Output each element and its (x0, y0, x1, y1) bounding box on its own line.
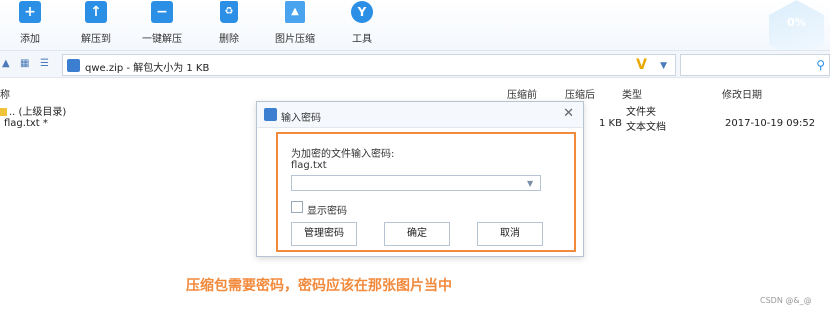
column-type[interactable]: 类型 (622, 86, 642, 101)
list-item[interactable]: flag.txt * (4, 118, 48, 129)
show-password-checkbox[interactable] (291, 201, 303, 213)
image-compress-label: 图片压缩 (275, 34, 315, 45)
address-row: ▲ ▦ ☰ qwe.zip - 解包大小为 1 KB V ▼ ⚲ (0, 50, 830, 78)
search-input[interactable]: ⚲ (680, 54, 830, 76)
dialog-title: 输入密码 (281, 113, 321, 124)
file-type: 文本文档 (626, 122, 666, 133)
encrypted-filename: flag.txt (291, 160, 327, 171)
zip-icon (67, 59, 80, 72)
cancel-button[interactable]: 取消 (477, 222, 543, 246)
ok-button[interactable]: 确定 (384, 222, 450, 246)
folder-icon (0, 108, 7, 116)
show-password-label: 显示密码 (307, 206, 347, 217)
column-compressed-after[interactable]: 压缩后 (565, 86, 595, 101)
file-date: 2017-10-19 09:52 (725, 118, 816, 129)
view-list-icon[interactable]: ☰ (40, 59, 50, 69)
extract-to-button[interactable]: ↑ 解压到 (66, 0, 126, 48)
up-arrow-icon[interactable]: ▲ (2, 59, 12, 69)
tools-icon: Y (351, 1, 373, 23)
address-path: qwe.zip - 解包大小为 1 KB (85, 63, 210, 74)
add-label: 添加 (20, 34, 40, 45)
watermark: CSDN @&_@ (760, 296, 812, 305)
chevron-down-icon[interactable]: ▼ (660, 61, 667, 71)
annotation-text: 压缩包需要密码，密码应该在那张图片当中 (186, 278, 452, 294)
column-name[interactable]: 称 (0, 86, 10, 101)
one-click-extract-label: 一键解压 (142, 34, 182, 45)
ad-panel-text: 0% (787, 16, 806, 29)
manage-password-button[interactable]: 管理密码 (291, 222, 357, 246)
toolbar: + 添加 ↑ 解压到 − 一键解压 ♻ 删除 ▲ 图片压缩 Y 工具 0% (0, 0, 830, 60)
tools-label: 工具 (352, 34, 372, 45)
chevron-down-icon[interactable]: ▼ (527, 179, 533, 188)
trash-icon: ♻ (220, 1, 238, 23)
delete-button[interactable]: ♻ 删除 (199, 0, 259, 48)
image-compress-button[interactable]: ▲ 图片压缩 (265, 0, 325, 48)
extract-to-icon: ↑ (85, 1, 107, 23)
password-dialog: 输入密码 ✕ 为加密的文件输入密码: flag.txt ▼ 显示密码 管理密码 … (256, 101, 584, 257)
dialog-titlebar: 输入密码 ✕ (257, 102, 583, 128)
file-name: .. (上级目录) (9, 107, 67, 118)
column-modified[interactable]: 修改日期 (722, 86, 762, 101)
file-type: 文件夹 (626, 107, 656, 118)
one-click-extract-button[interactable]: − 一键解压 (132, 0, 192, 48)
delete-label: 删除 (219, 34, 239, 45)
column-compressed-before[interactable]: 压缩前 (507, 86, 537, 101)
one-click-extract-icon: − (151, 1, 173, 23)
v-logo-icon[interactable]: V (636, 57, 647, 73)
add-button[interactable]: + 添加 (0, 0, 60, 48)
password-prompt: 为加密的文件输入密码: (291, 149, 395, 160)
app-window: + 添加 ↑ 解压到 − 一键解压 ♻ 删除 ▲ 图片压缩 Y 工具 0% ▲ … (0, 0, 830, 315)
search-icon[interactable]: ⚲ (816, 58, 825, 72)
list-item[interactable]: .. (上级目录) (0, 103, 66, 118)
add-icon: + (19, 1, 41, 23)
password-input[interactable] (291, 175, 541, 191)
file-size: 1 KB (599, 118, 622, 129)
extract-to-label: 解压到 (81, 34, 111, 45)
tools-button[interactable]: Y 工具 (332, 0, 392, 48)
close-icon[interactable]: ✕ (563, 106, 574, 121)
file-name: flag.txt * (4, 118, 48, 129)
address-bar[interactable]: qwe.zip - 解包大小为 1 KB V ▼ (62, 54, 676, 76)
view-details-icon[interactable]: ▦ (20, 59, 30, 69)
image-compress-icon: ▲ (285, 1, 305, 23)
archive-icon (264, 108, 277, 121)
